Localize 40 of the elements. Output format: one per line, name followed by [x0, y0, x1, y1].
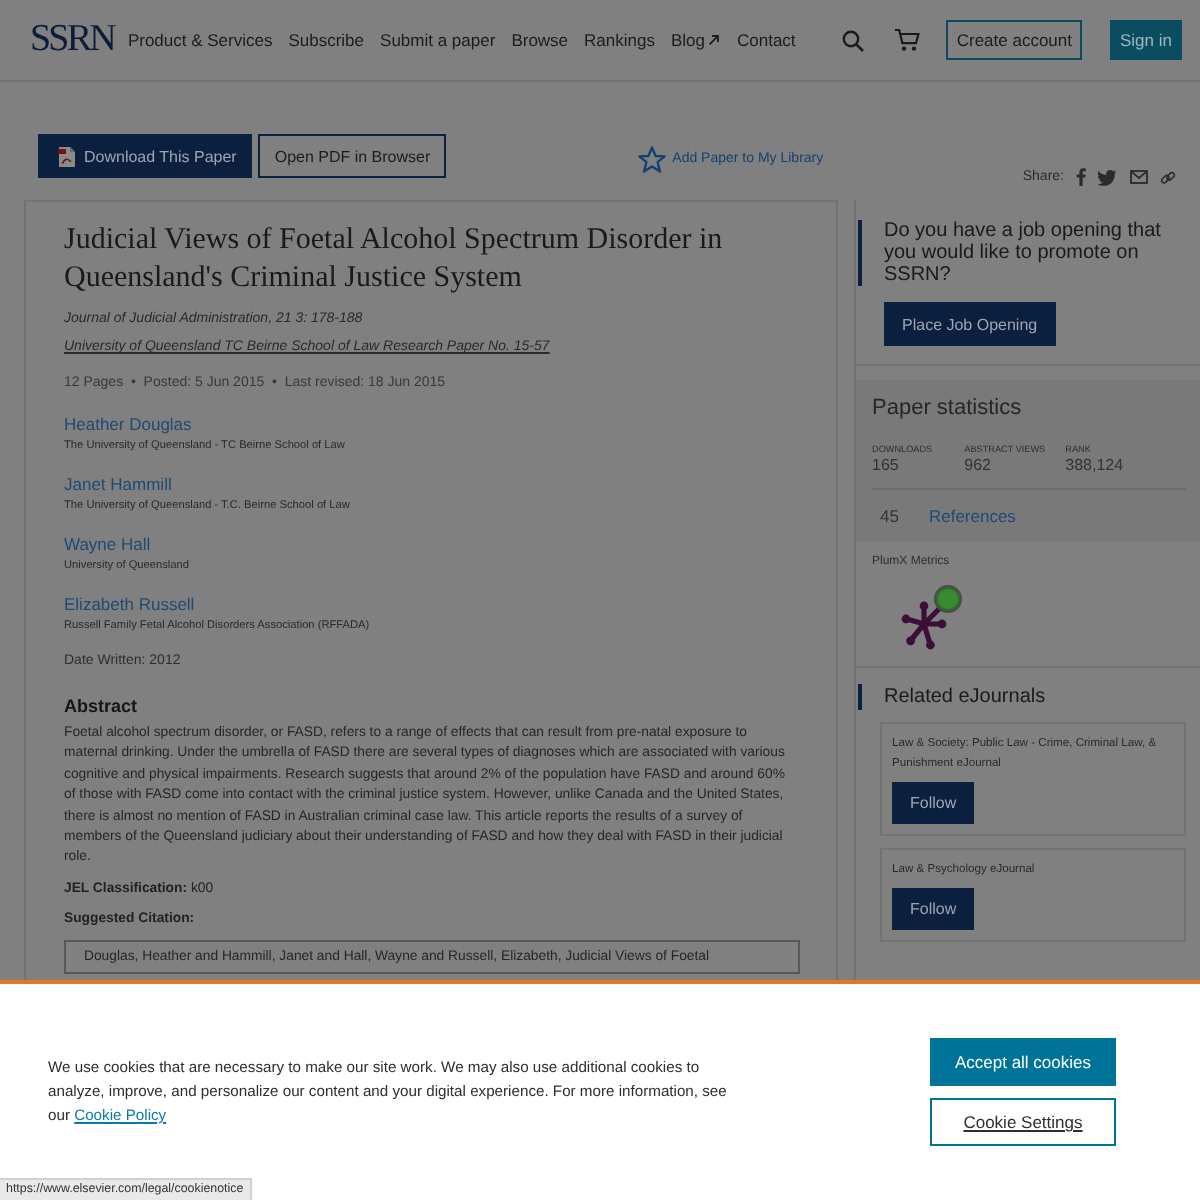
facebook-icon[interactable]: [1076, 168, 1086, 186]
place-job-button[interactable]: Place Job Opening: [884, 302, 1056, 346]
search-icon[interactable]: [842, 29, 865, 51]
author-link[interactable]: Janet Hammill: [64, 474, 172, 494]
stat-value: 165: [872, 456, 901, 476]
ssrn-logo[interactable]: SSRN: [30, 20, 114, 60]
job-question: Do you have a job opening that you would like to promote on SSRN?: [858, 220, 1188, 286]
cookie-settings-button[interactable]: Cookie Settings: [930, 1098, 1116, 1146]
sign-in-button[interactable]: Sign in: [1110, 20, 1182, 60]
follow-button[interactable]: Follow: [892, 888, 975, 930]
references-count: 45: [880, 506, 899, 526]
abstract-heading: Abstract: [64, 694, 140, 718]
author-link[interactable]: Elizabeth Russell: [64, 594, 195, 614]
create-account-button[interactable]: Create account: [946, 20, 1082, 60]
nav-link[interactable]: Product & Services: [127, 30, 273, 50]
stat-value: 388,124: [1065, 456, 1124, 476]
nav-link[interactable]: Contact: [736, 30, 796, 50]
related-ejournals-title: Related eJournals: [858, 684, 1186, 710]
mail-icon[interactable]: [1130, 170, 1148, 184]
asterisk-metrics-icon[interactable]: [898, 582, 966, 650]
nav-link[interactable]: Blog: [670, 30, 721, 50]
nav-link[interactable]: Rankings: [584, 30, 655, 50]
link-icon[interactable]: [1160, 169, 1176, 185]
open-pdf-button[interactable]: Open PDF in Browser: [258, 134, 447, 178]
external-arrow-icon: [708, 34, 721, 46]
cart-icon[interactable]: [894, 28, 921, 52]
download-paper-button[interactable]: Download This Paper: [38, 134, 253, 178]
nav-link[interactable]: Submit a paper: [380, 30, 496, 50]
pdf-file-icon: [58, 145, 76, 167]
star-icon: [638, 145, 667, 173]
author-link[interactable]: Heather Douglas: [64, 414, 192, 434]
author-link[interactable]: Wayne Hall: [64, 534, 151, 554]
follow-button[interactable]: Follow: [892, 782, 975, 824]
statistics-title: Paper statistics: [872, 396, 1024, 422]
paper-title: Judicial Views of Foetal Alcohol Spectrum Disorder in Queensland's Criminal Justice System: [64, 222, 725, 298]
stat-value: 962: [964, 456, 993, 476]
nav-link[interactable]: Subscribe: [288, 30, 365, 50]
accept-cookies-button[interactable]: Accept all cookies: [930, 1038, 1116, 1086]
nav-link[interactable]: Browse: [511, 30, 569, 50]
twitter-icon[interactable]: [1098, 169, 1118, 185]
